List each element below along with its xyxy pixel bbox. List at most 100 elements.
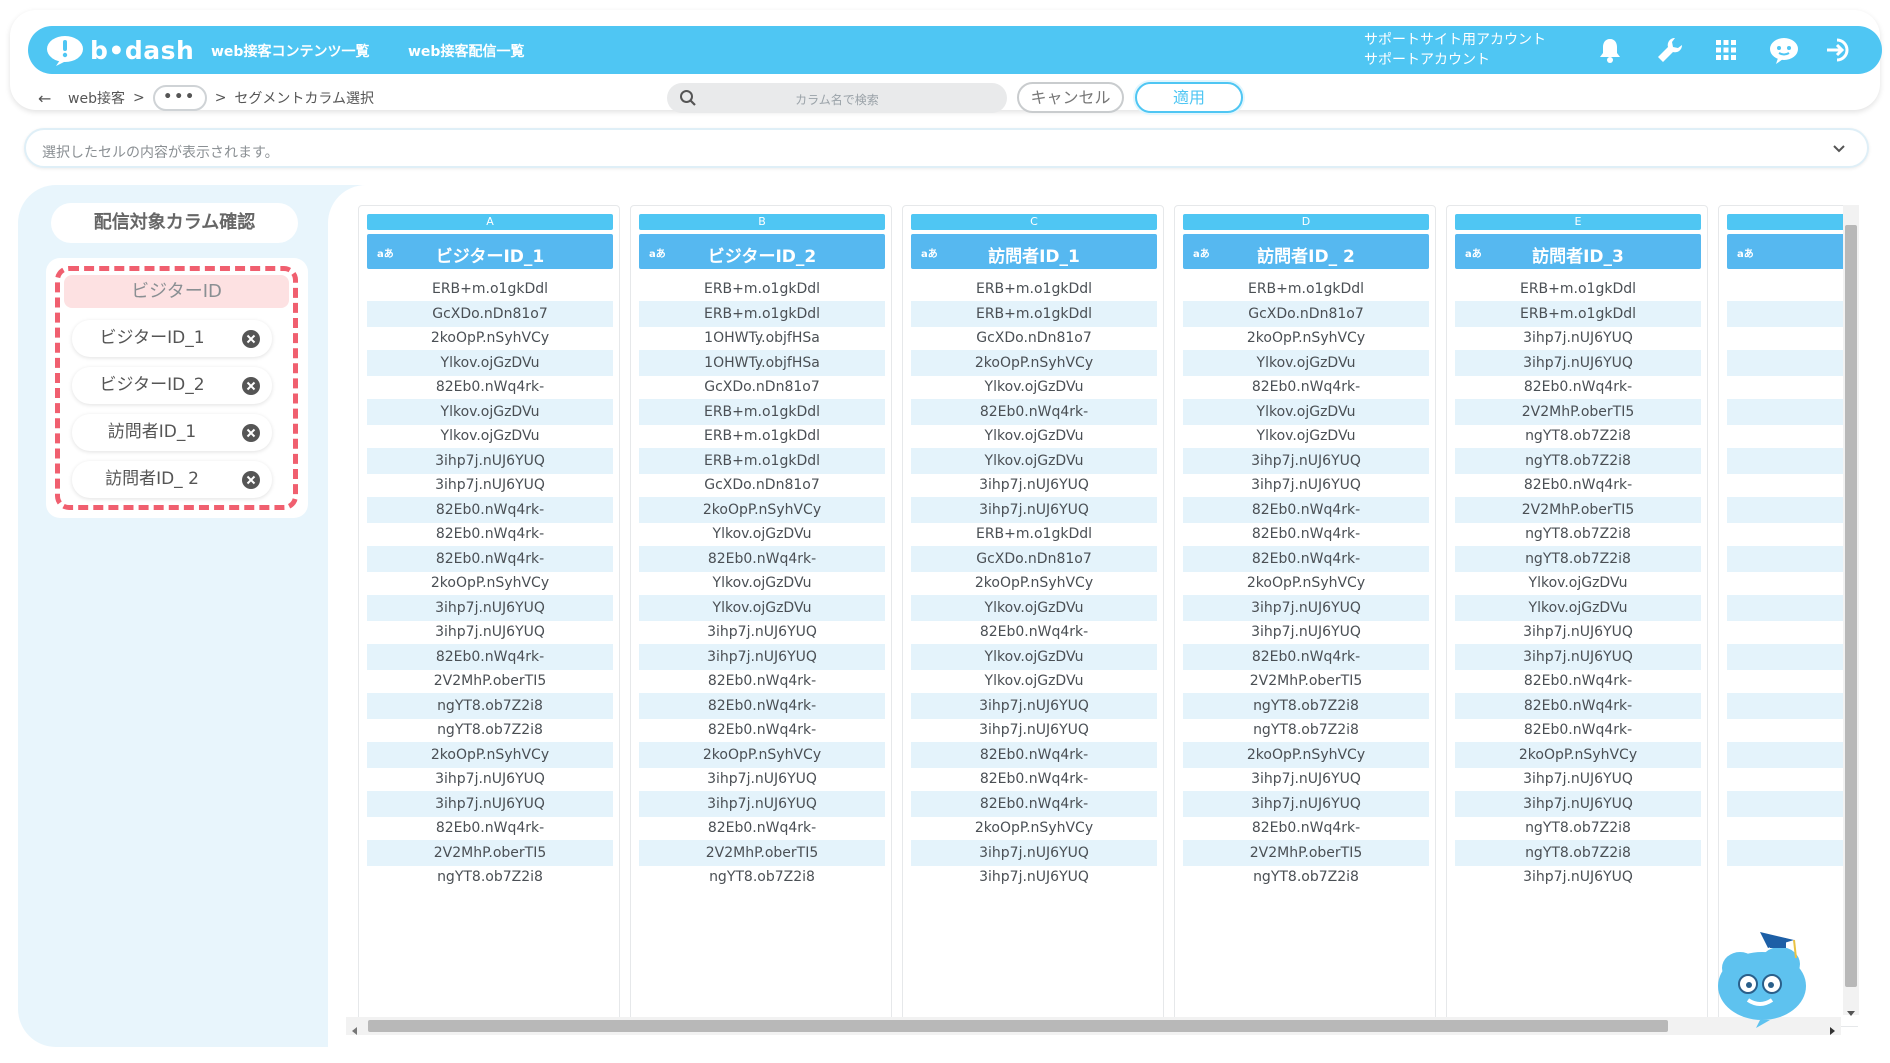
table-cell[interactable]: 3ihp7j.nUJ6YUQ bbox=[911, 864, 1157, 890]
table-cell[interactable]: Ylkov.ojGzDVu bbox=[911, 423, 1157, 449]
table-cell[interactable]: ERB+m.o1gkDdl bbox=[911, 521, 1157, 547]
logo[interactable]: b•dash bbox=[46, 33, 194, 67]
table-cell[interactable]: I bbox=[1727, 447, 1858, 474]
table-cell[interactable]: p bbox=[1727, 521, 1858, 547]
table-cell[interactable]: GcXDo.nDn81o7 bbox=[911, 325, 1157, 351]
search-input[interactable]: カラム名で検索 bbox=[667, 91, 1007, 108]
scroll-left-icon[interactable] bbox=[350, 1021, 360, 1035]
table-cell[interactable]: 3ihp7j.nUJ6YUQ bbox=[639, 643, 885, 670]
table-cell[interactable]: Ylkov.ojGzDVu bbox=[911, 594, 1157, 621]
table-cell[interactable]: 82Eb0.nWq4rk- bbox=[367, 815, 613, 841]
table-cell[interactable]: Ylkov.ojGzDVu bbox=[367, 423, 613, 449]
remove-icon[interactable] bbox=[242, 377, 260, 395]
table-cell[interactable]: 2koOpP.nSyhVCy bbox=[1183, 741, 1429, 768]
table-cell[interactable]: 82Eb0.nWq4rk- bbox=[1455, 692, 1701, 719]
table-cell[interactable]: I bbox=[1727, 423, 1858, 449]
table-cell[interactable]: 3ihp7j.nUJ6YUQ bbox=[1183, 619, 1429, 645]
remove-icon[interactable] bbox=[242, 471, 260, 489]
table-cell[interactable]: ngYT8.ob7Z2i8 bbox=[1455, 839, 1701, 866]
table-cell[interactable]: 2V2MhP.oberTI5 bbox=[1183, 839, 1429, 866]
column-header[interactable]: aあ 訪問者ID_3 bbox=[1455, 234, 1701, 269]
table-cell[interactable]: p bbox=[1727, 741, 1858, 768]
table-cell[interactable]: Ylkov.ojGzDVu bbox=[639, 594, 885, 621]
table-cell[interactable]: 2V2MhP.oberTI5 bbox=[367, 668, 613, 694]
table-cell[interactable]: 82Eb0.nWq4rk- bbox=[1183, 496, 1429, 523]
table-cell[interactable]: 1OHWTy.objfHSa bbox=[639, 349, 885, 376]
table-cell[interactable]: p bbox=[1727, 570, 1858, 596]
table-cell[interactable]: I bbox=[1727, 325, 1858, 351]
table-cell[interactable]: p bbox=[1727, 766, 1858, 792]
table-cell[interactable]: 3ihp7j.nUJ6YUQ bbox=[1455, 790, 1701, 817]
table-cell[interactable]: ERB+m.o1gkDdl bbox=[1455, 300, 1701, 327]
table-cell[interactable]: 82Eb0.nWq4rk- bbox=[911, 398, 1157, 425]
table-cell[interactable]: ERB+m.o1gkDdl bbox=[911, 276, 1157, 302]
table-cell[interactable]: Ylkov.ojGzDVu bbox=[367, 398, 613, 425]
nav-delivery-list[interactable]: web接客配信一覧 bbox=[408, 41, 524, 61]
table-cell[interactable]: 3ihp7j.nUJ6YUQ bbox=[367, 766, 613, 792]
table-cell[interactable]: ERB+m.o1gkDdl bbox=[639, 398, 885, 425]
column-header[interactable]: aあ ビジターID_1 bbox=[367, 234, 613, 269]
table-cell[interactable]: 2koOpP.nSyhVCy bbox=[1183, 570, 1429, 596]
table-cell[interactable]: Ylkov.ojGzDVu bbox=[1183, 423, 1429, 449]
logout-icon[interactable] bbox=[1824, 35, 1854, 65]
table-cell[interactable]: 3ihp7j.nUJ6YUQ bbox=[1455, 766, 1701, 792]
table-cell[interactable]: 2koOpP.nSyhVCy bbox=[911, 570, 1157, 596]
table-cell[interactable]: ngYT8.ob7Z2i8 bbox=[367, 692, 613, 719]
table-cell[interactable]: 82Eb0.nWq4rk- bbox=[1455, 374, 1701, 400]
table-cell[interactable]: ERB+m.o1gkDdl bbox=[367, 276, 613, 302]
table-cell[interactable]: 2V2MhP.oberTI5 bbox=[367, 839, 613, 866]
vertical-scrollbar[interactable] bbox=[1843, 205, 1859, 1016]
table-cell[interactable]: ngYT8.ob7Z2i8 bbox=[1455, 521, 1701, 547]
table-cell[interactable]: ngYT8.ob7Z2i8 bbox=[1183, 692, 1429, 719]
table-cell[interactable]: p bbox=[1727, 496, 1858, 523]
table-cell[interactable]: ngYT8.ob7Z2i8 bbox=[367, 717, 613, 743]
table-cell[interactable]: p bbox=[1727, 643, 1858, 670]
table-cell[interactable]: 2koOpP.nSyhVCy bbox=[639, 741, 885, 768]
table-cell[interactable]: 3ihp7j.nUJ6YUQ bbox=[911, 839, 1157, 866]
back-arrow-icon[interactable]: ← bbox=[38, 89, 68, 108]
scroll-down-icon[interactable] bbox=[1846, 1003, 1856, 1016]
table-cell[interactable]: 2V2MhP.oberTI5 bbox=[639, 839, 885, 866]
column-header[interactable]: aあ ビジターID_2 bbox=[639, 234, 885, 269]
horizontal-scrollbar[interactable] bbox=[346, 1017, 1841, 1035]
data-column[interactable]: aあIIIIIIIIIpppppppppppppppp bbox=[1718, 205, 1858, 1027]
table-cell[interactable]: Ylkov.ojGzDVu bbox=[911, 668, 1157, 694]
table-cell[interactable]: 3ihp7j.nUJ6YUQ bbox=[367, 447, 613, 474]
table-cell[interactable]: 3ihp7j.nUJ6YUQ bbox=[1455, 619, 1701, 645]
table-cell[interactable]: p bbox=[1727, 594, 1858, 621]
table-cell[interactable]: p bbox=[1727, 864, 1858, 890]
table-cell[interactable]: ERB+m.o1gkDdl bbox=[639, 423, 885, 449]
table-cell[interactable]: 3ihp7j.nUJ6YUQ bbox=[367, 790, 613, 817]
table-cell[interactable]: I bbox=[1727, 398, 1858, 425]
table-cell[interactable]: Ylkov.ojGzDVu bbox=[911, 643, 1157, 670]
chat-face-icon[interactable] bbox=[1768, 35, 1798, 65]
table-cell[interactable]: Ylkov.ojGzDVu bbox=[911, 374, 1157, 400]
column-header[interactable]: aあ bbox=[1727, 234, 1858, 269]
table-cell[interactable]: 82Eb0.nWq4rk- bbox=[639, 815, 885, 841]
table-cell[interactable]: 3ihp7j.nUJ6YUQ bbox=[1183, 766, 1429, 792]
table-cell[interactable]: 3ihp7j.nUJ6YUQ bbox=[1183, 790, 1429, 817]
account-info[interactable]: サポートサイト用アカウント サポートアカウント bbox=[1364, 30, 1546, 70]
cell-content-bar[interactable]: 選択したセルの内容が表示されます。 bbox=[24, 128, 1869, 168]
table-cell[interactable]: GcXDo.nDn81o7 bbox=[367, 300, 613, 327]
table-cell[interactable]: 82Eb0.nWq4rk- bbox=[1183, 545, 1429, 572]
table-cell[interactable]: ngYT8.ob7Z2i8 bbox=[1455, 447, 1701, 474]
table-cell[interactable]: 2V2MhP.oberTI5 bbox=[1183, 668, 1429, 694]
table-cell[interactable]: p bbox=[1727, 545, 1858, 572]
table-cell[interactable]: 2V2MhP.oberTI5 bbox=[1455, 496, 1701, 523]
table-cell[interactable]: GcXDo.nDn81o7 bbox=[639, 374, 885, 400]
table-cell[interactable]: ngYT8.ob7Z2i8 bbox=[1455, 423, 1701, 449]
table-cell[interactable]: Ylkov.ojGzDVu bbox=[1455, 594, 1701, 621]
table-cell[interactable]: 3ihp7j.nUJ6YUQ bbox=[639, 619, 885, 645]
table-cell[interactable]: Ylkov.ojGzDVu bbox=[911, 447, 1157, 474]
table-cell[interactable]: 82Eb0.nWq4rk- bbox=[1455, 717, 1701, 743]
apply-button[interactable]: 適用 bbox=[1135, 82, 1243, 113]
table-cell[interactable]: 2koOpP.nSyhVCy bbox=[367, 325, 613, 351]
table-cell[interactable]: 2V2MhP.oberTI5 bbox=[1455, 398, 1701, 425]
table-cell[interactable]: p bbox=[1727, 619, 1858, 645]
table-cell[interactable]: 3ihp7j.nUJ6YUQ bbox=[1455, 643, 1701, 670]
mascot-help-icon[interactable] bbox=[1710, 920, 1820, 1030]
table-cell[interactable]: I bbox=[1727, 472, 1858, 498]
column-header[interactable]: aあ 訪問者ID_1 bbox=[911, 234, 1157, 269]
table-cell[interactable]: ngYT8.ob7Z2i8 bbox=[1455, 545, 1701, 572]
